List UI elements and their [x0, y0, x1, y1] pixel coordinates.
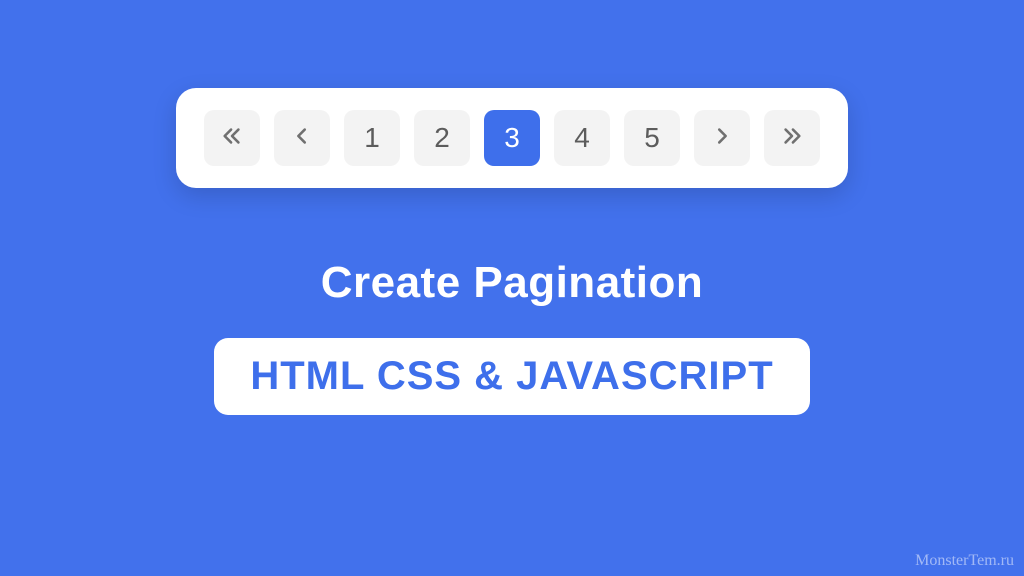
- chevron-left-icon: [291, 122, 313, 154]
- page-3-button[interactable]: 3: [484, 110, 540, 166]
- prev-page-button[interactable]: [274, 110, 330, 166]
- page-number-label: 3: [504, 122, 520, 154]
- page-number-label: 5: [644, 122, 660, 154]
- last-page-button[interactable]: [764, 110, 820, 166]
- watermark: MonsterTem.ru: [915, 552, 1014, 570]
- chevron-right-icon: [711, 122, 733, 154]
- page-1-button[interactable]: 1: [344, 110, 400, 166]
- page-2-button[interactable]: 2: [414, 110, 470, 166]
- first-page-button[interactable]: [204, 110, 260, 166]
- page-number-label: 1: [364, 122, 380, 154]
- page-number-label: 2: [434, 122, 450, 154]
- page-heading: Create Pagination: [321, 258, 704, 308]
- pagination-container: 1 2 3 4 5: [176, 88, 848, 188]
- page-number-label: 4: [574, 122, 590, 154]
- double-chevron-left-icon: [218, 122, 246, 154]
- subtitle-text: HTML CSS & JAVASCRIPT: [250, 354, 773, 399]
- subtitle-box: HTML CSS & JAVASCRIPT: [214, 338, 809, 415]
- double-chevron-right-icon: [778, 122, 806, 154]
- page-5-button[interactable]: 5: [624, 110, 680, 166]
- next-page-button[interactable]: [694, 110, 750, 166]
- page-4-button[interactable]: 4: [554, 110, 610, 166]
